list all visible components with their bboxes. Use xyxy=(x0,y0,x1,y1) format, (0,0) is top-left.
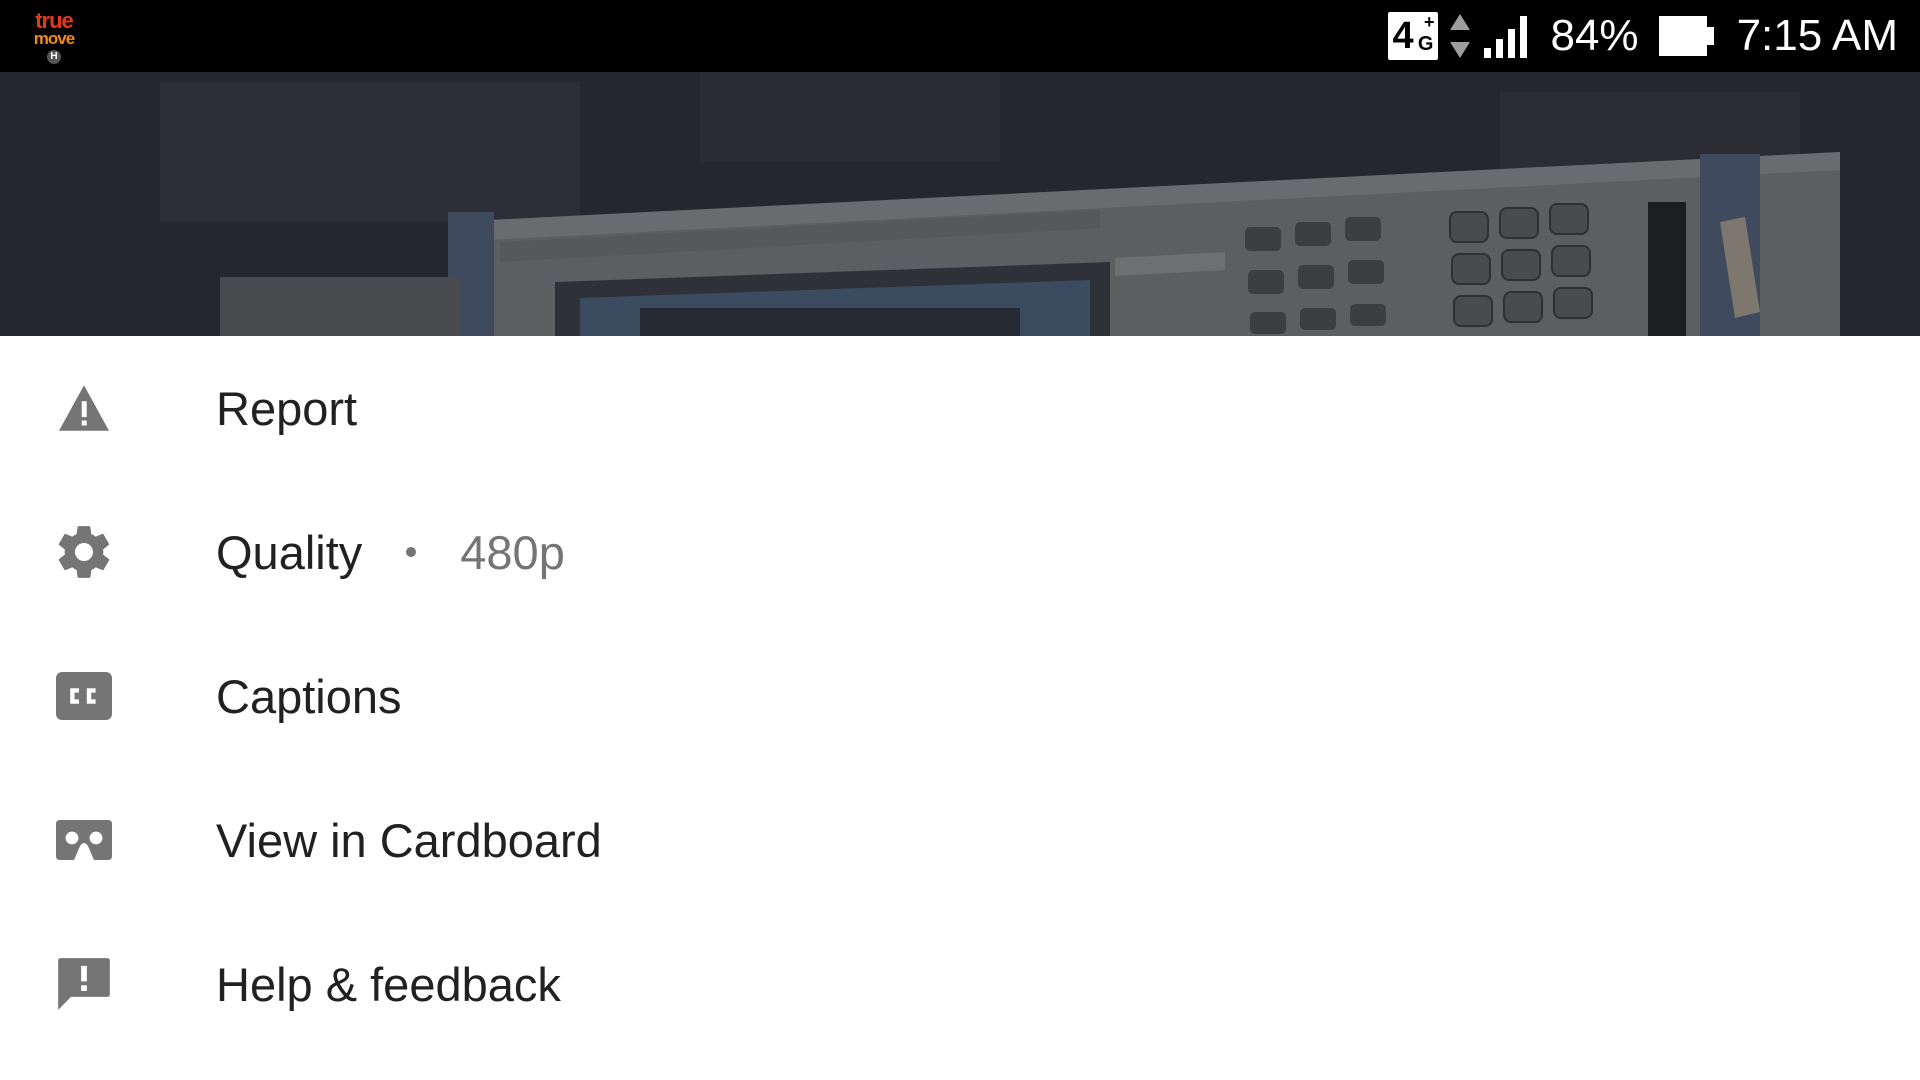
signal-icon xyxy=(1484,16,1528,58)
menu-item-cardboard[interactable]: View in Cardboard xyxy=(0,768,1920,912)
quality-value: 480p xyxy=(460,525,565,579)
status-bar: true move H 4 + G 84% 7:15 AM xyxy=(0,0,1920,72)
menu-item-label: Report xyxy=(216,381,358,435)
cardboard-icon xyxy=(50,806,118,874)
captions-icon xyxy=(50,662,118,730)
network-plus-label: + xyxy=(1423,12,1435,32)
menu-item-label: Captions xyxy=(216,669,402,723)
menu-item-quality[interactable]: Quality 480p xyxy=(0,480,1920,624)
carrier-logo: true move H xyxy=(28,10,80,64)
clock: 7:15 AM xyxy=(1736,11,1898,60)
gear-icon xyxy=(50,518,118,586)
network-4g-icon: 4 + G xyxy=(1388,12,1439,60)
battery-icon xyxy=(1658,16,1714,56)
battery-percent: 84% xyxy=(1550,11,1639,60)
separator-dot xyxy=(406,547,417,558)
network-g-label: G xyxy=(1417,33,1434,55)
carrier-logo-line2: move xyxy=(33,29,75,48)
menu-item-label: Help & feedback xyxy=(216,957,561,1011)
menu-item-help-feedback[interactable]: Help & feedback xyxy=(0,912,1920,1056)
video-player[interactable] xyxy=(0,72,1920,336)
menu-item-captions[interactable]: Captions xyxy=(0,624,1920,768)
feedback-icon xyxy=(50,950,118,1018)
warning-icon xyxy=(50,374,118,442)
data-activity-icon xyxy=(1450,14,1471,58)
carrier-logo-badge: H xyxy=(47,50,61,64)
menu-item-report[interactable]: Report xyxy=(0,336,1920,480)
network-type-label: 4 xyxy=(1392,15,1413,57)
menu-item-quality-text: Quality 480p xyxy=(216,525,565,580)
screen: true move H 4 + G 84% 7:15 AM Report Qua… xyxy=(0,0,1920,1080)
video-frame xyxy=(0,72,1920,336)
menu-item-label: Quality xyxy=(216,525,363,579)
menu-item-label: View in Cardboard xyxy=(216,813,602,867)
status-icons: 4 + G 84% 7:15 AM xyxy=(1388,8,1898,64)
overflow-menu-sheet: Report Quality 480p Captions View in Car… xyxy=(0,336,1920,1080)
